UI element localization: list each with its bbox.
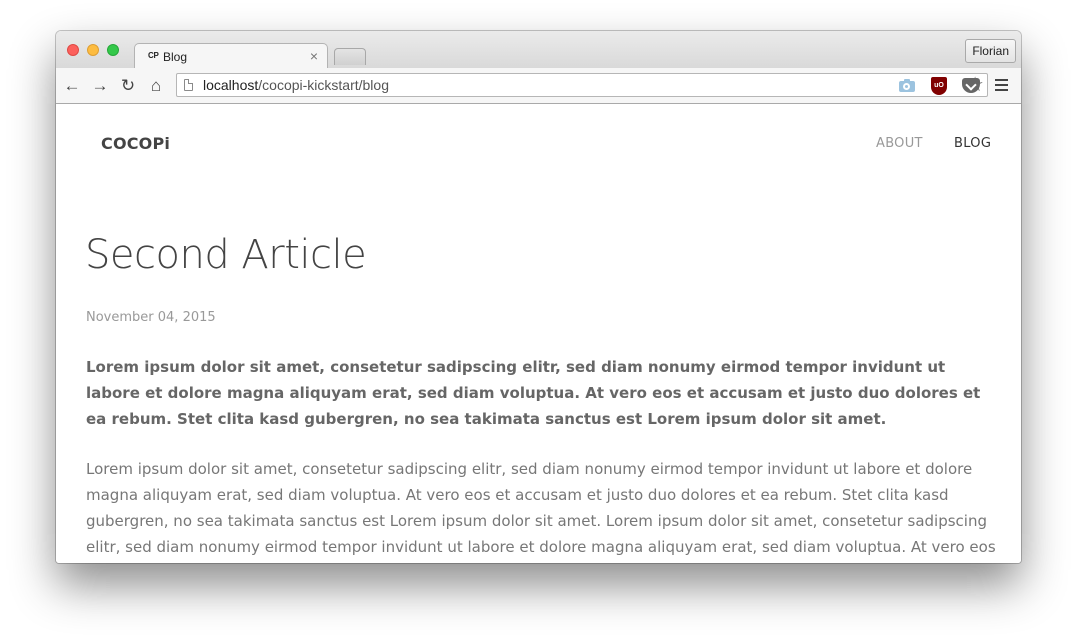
- reload-icon[interactable]: ↻: [118, 76, 138, 96]
- favicon-icon: CP: [148, 51, 159, 60]
- pocket-extension-icon[interactable]: [962, 77, 980, 95]
- browser-window: CP Blog × Florian ← → ↻ ⌂ localhost/coco…: [56, 31, 1021, 563]
- minimize-window-button[interactable]: [87, 44, 99, 56]
- url-text[interactable]: localhost/cocopi-kickstart/blog: [203, 77, 389, 93]
- browser-toolbar: ← → ↻ ⌂ localhost/cocopi-kickstart/blog …: [56, 68, 1021, 104]
- forward-arrow-icon[interactable]: →: [90, 76, 110, 96]
- address-bar[interactable]: localhost/cocopi-kickstart/blog ☆: [176, 73, 988, 97]
- camera-extension-icon[interactable]: [898, 77, 916, 95]
- profile-button[interactable]: Florian: [965, 39, 1016, 63]
- nav-link-about[interactable]: ABOUT: [876, 136, 923, 151]
- page-content: COCOPi ABOUT BLOG Second Article Novembe…: [56, 104, 1021, 563]
- window-controls: [67, 44, 119, 56]
- article-body: Lorem ipsum dolor sit amet, consetetur s…: [86, 460, 996, 556]
- title-bar: CP Blog × Florian: [56, 31, 1021, 69]
- article-lead: Lorem ipsum dolor sit amet, consetetur s…: [86, 358, 981, 428]
- tab-blog[interactable]: CP Blog ×: [134, 43, 328, 69]
- tab-title: Blog: [163, 50, 188, 64]
- home-icon[interactable]: ⌂: [146, 76, 166, 96]
- article-title: Second Article: [85, 232, 367, 278]
- site-brand[interactable]: COCOPi: [101, 134, 170, 153]
- url-host: localhost: [203, 77, 259, 93]
- ublock-label: uO: [931, 77, 947, 95]
- nav-link-blog[interactable]: BLOG: [954, 136, 991, 151]
- hamburger-menu-icon[interactable]: [995, 79, 1008, 94]
- new-tab-button[interactable]: [334, 48, 366, 65]
- close-window-button[interactable]: [67, 44, 79, 56]
- back-arrow-icon[interactable]: ←: [62, 76, 82, 96]
- url-path: /cocopi-kickstart/blog: [258, 77, 389, 93]
- tab-close-icon[interactable]: ×: [310, 48, 318, 64]
- article-date: November 04, 2015: [86, 310, 216, 325]
- page-icon: [184, 79, 193, 91]
- zoom-window-button[interactable]: [107, 44, 119, 56]
- ublock-extension-icon[interactable]: uO: [930, 77, 948, 95]
